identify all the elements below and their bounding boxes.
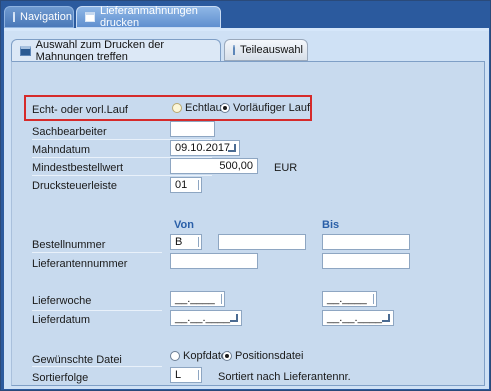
window-frame: Navigation Lieferanmahnungen drucken Aus…	[0, 0, 491, 391]
radio-vorlaeufiger-lauf[interactable]	[220, 103, 230, 113]
sort-input[interactable]: L	[170, 367, 202, 383]
radio-vorlaeufiger-lauf-label: Vorläufiger Lauf	[233, 102, 311, 114]
print-control-value: 01	[175, 179, 188, 191]
run-label: Echt- oder vorl.Lauf	[32, 104, 128, 116]
sort-value: L	[175, 369, 182, 381]
clerk-label: Sachbearbeiter	[32, 126, 107, 138]
supplier-no-label: Lieferantennummer	[32, 258, 128, 270]
order-no-to-input[interactable]	[322, 234, 410, 250]
clerk-input[interactable]	[170, 121, 215, 137]
window-icon	[20, 45, 31, 56]
dunning-date-input[interactable]: 09.10.2017	[170, 140, 240, 156]
supplier-no-to-input[interactable]	[322, 253, 410, 269]
field-marker	[195, 237, 199, 247]
sort-description: Sortiert nach Lieferantennr.	[218, 371, 351, 383]
sort-label: Sortierfolge	[32, 372, 89, 384]
tab-navigation[interactable]: Navigation	[4, 6, 74, 28]
print-control-input[interactable]: 01	[170, 177, 202, 193]
row-separator	[32, 175, 212, 176]
radio-positionsdatei-label: Positionsdatei	[235, 350, 304, 362]
min-order-input[interactable]: 500,00	[170, 158, 258, 174]
delivery-week-label: Lieferwoche	[32, 295, 92, 307]
tab-navigation-label: Navigation	[20, 11, 72, 23]
col-to-header: Bis	[322, 219, 340, 231]
supplier-no-from-input[interactable]	[170, 253, 258, 269]
delivery-week-to-value: __.____	[327, 293, 367, 305]
order-no-from-input[interactable]	[218, 234, 306, 250]
print-control-label: Drucksteuerleiste	[32, 180, 117, 192]
order-no-prefix-value: B	[175, 236, 183, 248]
radio-echtlauf-label: Echtlauf	[185, 102, 225, 114]
window-icon	[85, 12, 95, 22]
delivery-week-to-input[interactable]: __.____	[322, 291, 377, 307]
subtab-selection-label: Auswahl zum Drucken der Mahnungen treffe…	[35, 38, 165, 63]
subtab-parts[interactable]: Teileauswahl	[224, 39, 308, 61]
calendar-icon[interactable]	[228, 144, 236, 152]
dunning-date-value: 09.10.2017	[175, 142, 231, 154]
tab-lieferanmahnungen[interactable]: Lieferanmahnungen drucken	[76, 5, 221, 29]
content-area: Auswahl zum Drucken der Mahnungen treffe…	[4, 31, 489, 389]
radio-echtlauf[interactable]	[172, 103, 182, 113]
subtab-selection[interactable]: Auswahl zum Drucken der Mahnungen treffe…	[11, 38, 221, 63]
row-separator	[32, 366, 162, 367]
file-label: Gewünschte Datei	[32, 354, 122, 366]
delivery-date-from-value: __.__.____	[175, 312, 231, 324]
row-separator	[32, 252, 162, 253]
tab-lieferanmahnungen-label: Lieferanmahnungen drucken	[100, 5, 198, 29]
col-from-header: Von	[174, 219, 194, 231]
calendar-icon[interactable]	[382, 314, 390, 322]
min-order-label: Mindestbestellwert	[32, 162, 124, 174]
window-icon	[13, 12, 15, 22]
field-marker	[195, 180, 199, 190]
delivery-date-from-input[interactable]: __.__.____	[170, 310, 242, 326]
window-icon	[233, 45, 235, 55]
delivery-date-to-value: __.__.____	[327, 312, 383, 324]
calendar-icon[interactable]	[230, 314, 238, 322]
subtab-parts-label: Teileauswahl	[240, 44, 303, 56]
delivery-week-from-input[interactable]: __.____	[170, 291, 225, 307]
delivery-week-from-value: __.____	[175, 293, 215, 305]
dunning-date-label: Mahndatum	[32, 144, 91, 156]
field-marker	[218, 294, 222, 304]
row-separator	[32, 310, 162, 311]
radio-positionsdatei[interactable]	[222, 351, 232, 361]
delivery-date-label: Lieferdatum	[32, 314, 91, 326]
delivery-date-to-input[interactable]: __.__.____	[322, 310, 394, 326]
radio-kopfdatei[interactable]	[170, 351, 180, 361]
selection-panel: Echt- oder vorl.Lauf Echtlauf Vorläufige…	[11, 61, 485, 386]
order-no-label: Bestellnummer	[32, 239, 106, 251]
currency-label: EUR	[274, 162, 298, 174]
field-marker	[370, 294, 374, 304]
order-no-prefix-input[interactable]: B	[170, 234, 202, 250]
field-marker	[195, 370, 199, 380]
